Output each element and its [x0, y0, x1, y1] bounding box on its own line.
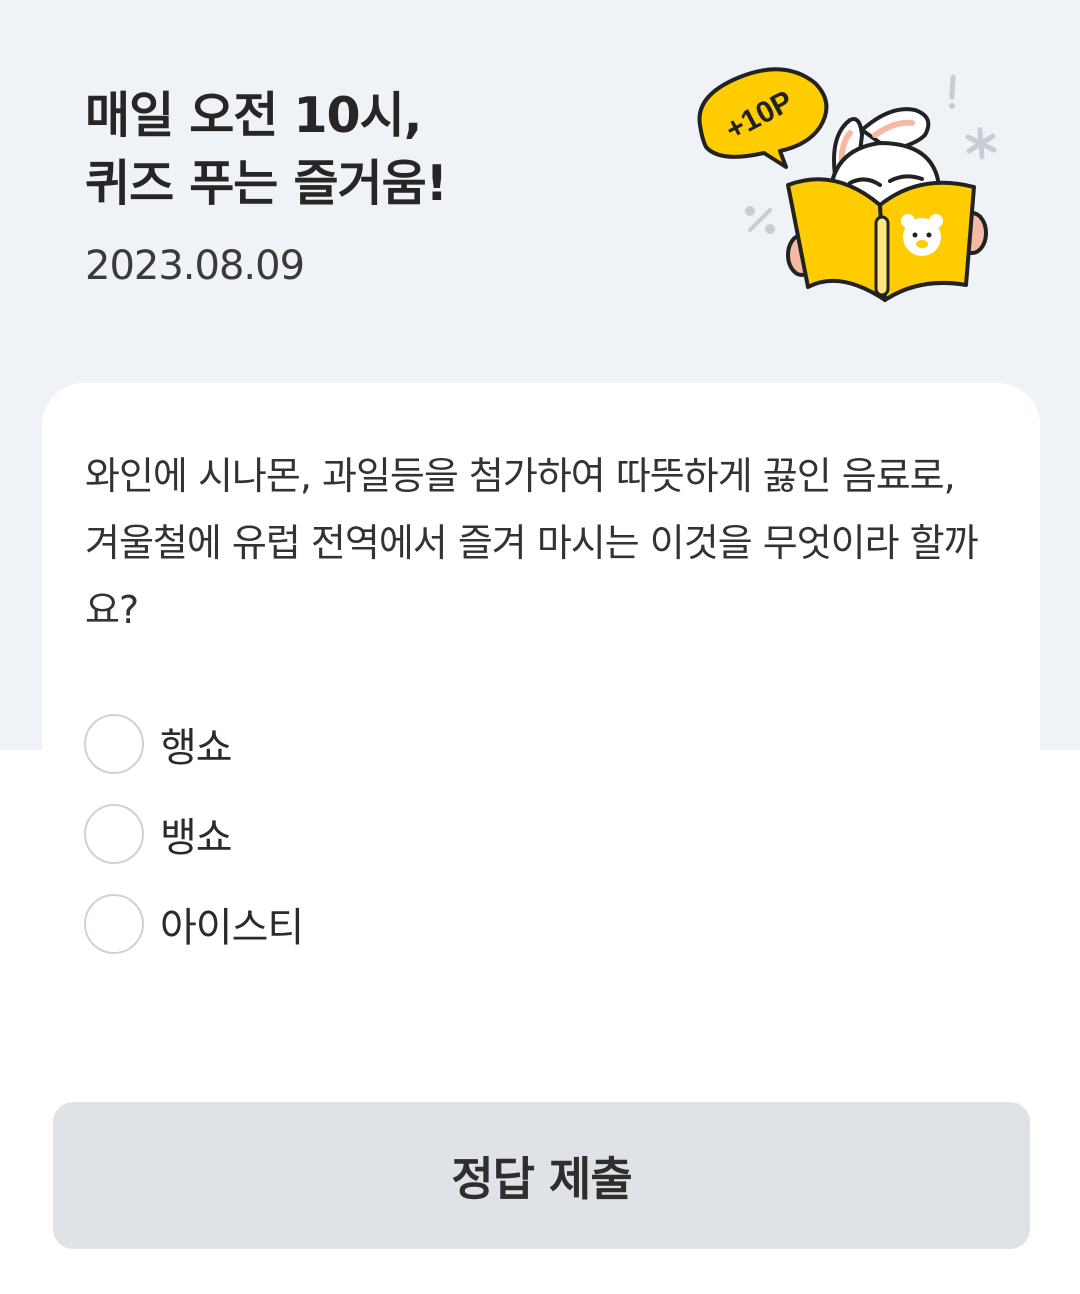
submit-answer-button[interactable]: 정답 제출	[53, 1102, 1030, 1249]
answer-options: 행쇼 뱅쇼 아이스티	[84, 712, 304, 982]
answer-option-label: 행쇼	[160, 725, 233, 771]
quiz-question: 와인에 시나몬, 과일등을 첨가하여 따뜻하게 끓인 음료로, 겨울철에 유럽 …	[85, 454, 979, 632]
radio-button[interactable]	[84, 894, 144, 954]
page-title-line-2: 퀴즈 푸는 즐거움!	[85, 155, 448, 212]
page-title: 매일 오전 10시, 퀴즈 푸는 즐거움!	[85, 82, 448, 218]
answer-option-2[interactable]: 뱅쇼	[84, 802, 303, 866]
answer-option-1[interactable]: 행쇼	[84, 712, 303, 776]
answer-option-label: 아이스티	[160, 905, 304, 951]
answer-option-label: 뱅쇼	[160, 815, 233, 861]
radio-button[interactable]	[84, 804, 144, 864]
radio-button[interactable]	[84, 714, 144, 774]
quiz-date: 2023.08.09	[85, 243, 305, 289]
reading-mascot-illustration: +10P	[697, 67, 997, 302]
answer-option-3[interactable]: 아이스티	[84, 892, 304, 956]
page-title-line-1: 매일 오전 10시,	[85, 87, 422, 144]
points-badge: +10P	[697, 67, 829, 169]
